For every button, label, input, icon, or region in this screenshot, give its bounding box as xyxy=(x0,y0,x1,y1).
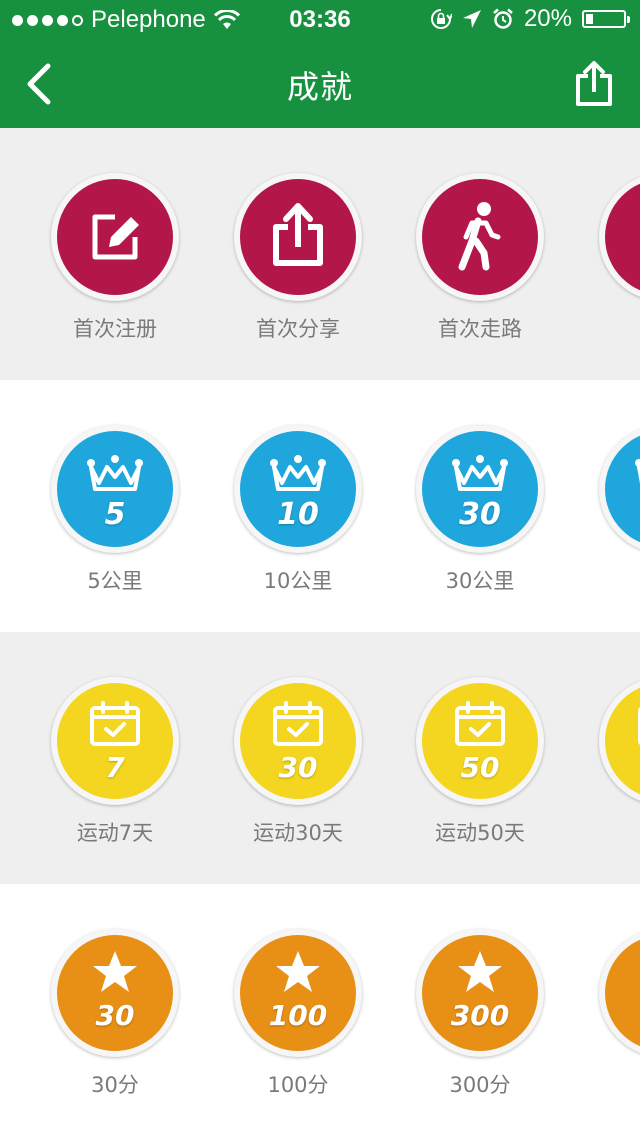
badge-number: 5 xyxy=(605,999,640,1032)
badge-5km[interactable]: 5 5公里 xyxy=(51,425,179,593)
star-icon xyxy=(458,951,502,992)
badge-label: 10公里 xyxy=(263,569,333,593)
badge-300-points[interactable]: 300 300分 xyxy=(416,929,544,1097)
share-icon[interactable] xyxy=(572,60,616,108)
achievement-row-distance: 5 5公里 10 10公里 30 30公里 1 xyxy=(0,380,640,632)
achievement-row-days: 7 运动7天 30 运动30天 50 运动50天 xyxy=(0,632,640,884)
badge-label: 首 xyxy=(559,313,640,343)
badge-label: 30分 xyxy=(91,1073,139,1097)
badge-number: 300 xyxy=(450,999,510,1032)
crown-icon xyxy=(452,455,508,491)
calendar-icon xyxy=(273,701,323,746)
star-icon xyxy=(276,951,320,992)
badge-label: 30公里 xyxy=(445,569,515,593)
walking-icon xyxy=(458,202,501,271)
badge-first-walk[interactable]: 首次走路 xyxy=(416,173,544,341)
star-icon xyxy=(93,951,137,992)
badge-number: 30 xyxy=(459,497,501,532)
badge-10km[interactable]: 10 10公里 xyxy=(234,425,362,593)
badge-label: 10 xyxy=(559,565,640,589)
walking-icon xyxy=(633,201,640,273)
calendar-icon xyxy=(455,701,505,746)
alarm-icon xyxy=(493,8,513,29)
badge-label: 运动7天 xyxy=(76,821,154,845)
badge-first-register[interactable]: 首次注册 xyxy=(51,173,179,341)
badge-number: 10 xyxy=(277,497,319,532)
location-arrow-icon xyxy=(462,10,481,28)
status-bar: Pelephone 03:36 20% xyxy=(0,0,640,40)
edit-icon xyxy=(92,214,139,260)
crown-icon xyxy=(635,459,640,484)
badge-50-days[interactable]: 50 运动50天 xyxy=(416,677,544,845)
badge-label: 运动50天 xyxy=(435,821,525,845)
crown-icon xyxy=(270,455,326,491)
calendar-icon xyxy=(90,701,140,746)
achievement-row-firsts: 首次注册 首次分享 首次走路 首 xyxy=(0,128,640,380)
share-icon xyxy=(273,203,323,266)
badge-label: 100分 xyxy=(267,1073,329,1097)
badge-number: 7 xyxy=(105,751,125,784)
achievement-row-points: 30 30分 100 100分 300 300分 5 5 xyxy=(0,884,640,1136)
battery-percent: 20% xyxy=(523,5,572,32)
badge-partial[interactable]: 首 xyxy=(599,173,640,301)
badge-number: 50 xyxy=(460,751,500,784)
badge-label: 5公里 xyxy=(87,569,143,593)
badge-label: 首次分享 xyxy=(256,317,340,341)
badge-label: 首次注册 xyxy=(73,317,157,341)
badge-label: 首次走路 xyxy=(438,317,522,341)
badge-7-days[interactable]: 7 运动7天 xyxy=(51,677,179,845)
badge-30-days[interactable]: 30 运动30天 xyxy=(234,677,362,845)
badge-label: 运动30天 xyxy=(253,821,343,845)
badge-label: 运动 xyxy=(559,817,640,847)
badge-number: 30 xyxy=(278,751,318,784)
badge-30-points[interactable]: 30 30分 xyxy=(51,929,179,1097)
badge-number: 100 xyxy=(268,999,328,1032)
badge-partial[interactable]: 5 5 xyxy=(599,929,640,1057)
badge-30km[interactable]: 30 30公里 xyxy=(416,425,544,593)
crown-icon xyxy=(87,455,143,491)
badge-first-share[interactable]: 首次分享 xyxy=(234,173,362,341)
battery-icon xyxy=(582,10,630,28)
badge-partial[interactable]: 运动 xyxy=(599,677,640,805)
navigation-bar: 成就 xyxy=(0,40,640,128)
badge-number: 30 xyxy=(95,999,135,1032)
badge-label: 5 xyxy=(559,1069,640,1093)
badge-label: 300分 xyxy=(449,1073,511,1097)
badge-100-points[interactable]: 100 100分 xyxy=(234,929,362,1097)
badge-partial[interactable]: 10 xyxy=(599,425,640,553)
rotation-lock-icon xyxy=(430,9,452,29)
page-title: 成就 xyxy=(286,68,353,106)
badge-number: 5 xyxy=(104,497,126,532)
